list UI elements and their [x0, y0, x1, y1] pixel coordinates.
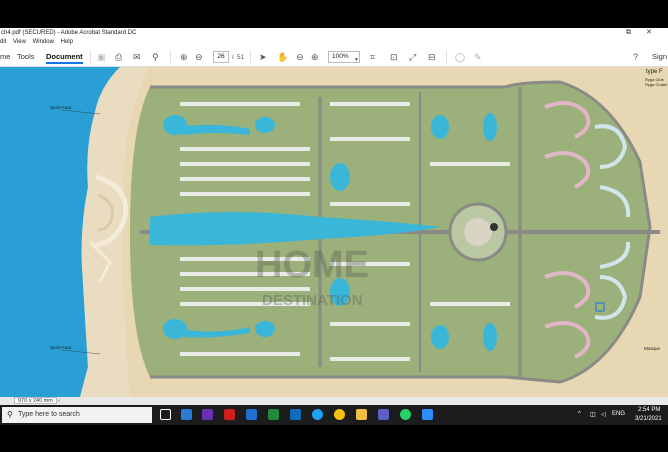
chrome-icon[interactable] [334, 409, 345, 420]
fit-page-icon[interactable]: ⊡ [390, 52, 398, 62]
save-icon[interactable]: ▣ [97, 52, 106, 62]
menu-view[interactable]: View [13, 39, 26, 45]
menu-bar: dit View Window Help [0, 38, 668, 47]
system-tray: ^ ◫ ◁ ENG 2:54 PM 3/21/2021 [568, 405, 668, 425]
taskbar-search[interactable]: ⚲ Type here to search [2, 407, 152, 423]
close-icon[interactable]: ✕ [646, 28, 652, 38]
select-cursor-icon[interactable]: ➤ [259, 52, 267, 62]
edge-icon[interactable] [312, 409, 323, 420]
page-total: 51 [237, 54, 245, 61]
language-indicator[interactable]: ENG [612, 411, 625, 417]
comment-icon[interactable]: ◯ [455, 52, 465, 62]
rotate-icon[interactable]: ⤢ [409, 52, 416, 62]
tab-home[interactable]: me [0, 52, 10, 61]
page-separator: / [232, 54, 234, 61]
search-icon[interactable]: ⚲ [152, 52, 159, 62]
menu-window[interactable]: Window [33, 39, 54, 45]
legend-item-2: Ryga Chalet [645, 82, 668, 87]
pool [255, 117, 275, 133]
toolbar-divider [90, 51, 91, 63]
whatsapp-icon[interactable] [400, 409, 411, 420]
pool [330, 163, 350, 191]
search-placeholder: Type here to search [18, 411, 80, 418]
form-icon[interactable]: ⊟ [428, 52, 436, 62]
teams-icon[interactable] [378, 409, 389, 420]
window-title: ch4.pdf (SECURED) - Adobe Acrobat Standa… [1, 30, 137, 36]
roundabout-marker [490, 223, 498, 231]
search-icon: ⚲ [7, 410, 13, 419]
toolbar-divider [250, 51, 251, 63]
network-icon[interactable]: ◫ [590, 411, 596, 418]
clock-time[interactable]: 2:54 PM [638, 407, 660, 413]
excel-icon[interactable] [268, 409, 279, 420]
taskbar-app-icon[interactable] [181, 409, 192, 420]
clock-date[interactable]: 3/21/2021 [635, 416, 662, 422]
mosque-label: Mosque [644, 346, 661, 351]
status-bar: 970 x 240 mm ‹ [0, 397, 668, 405]
outlook-icon[interactable] [290, 409, 301, 420]
pool [483, 113, 497, 141]
chevron-left-icon[interactable]: ‹ [58, 397, 60, 405]
sign-button[interactable]: Sign [652, 52, 667, 61]
onenote-icon[interactable] [202, 409, 213, 420]
tab-tools[interactable]: Tools [17, 52, 35, 61]
toolbar-divider [446, 51, 447, 63]
tab-document[interactable]: Document [46, 52, 83, 64]
menu-edit[interactable]: dit [0, 39, 6, 45]
hand-tool-icon[interactable]: ✋ [277, 52, 288, 62]
email-icon[interactable]: ✉ [133, 52, 141, 62]
pool [483, 323, 497, 351]
print-icon[interactable]: ⎙ [115, 52, 122, 62]
chevron-down-icon[interactable]: ▼ [354, 55, 359, 65]
task-view-icon[interactable] [160, 409, 171, 420]
page-number-input[interactable]: 26 [213, 51, 229, 63]
volume-icon[interactable]: ◁ [601, 411, 606, 418]
page-up-icon[interactable]: ⊕ [180, 52, 188, 62]
sport-area-label-bottom: Sport Area [50, 345, 72, 350]
page-dimensions: 970 x 240 mm [14, 397, 57, 404]
toolbar: me Tools Document ▣ ⎙ ✉ ⚲ ⊕ ⊖ 26 / 51 ➤ … [0, 47, 668, 67]
pool [431, 115, 449, 139]
roundabout-center [464, 218, 492, 246]
pen-icon[interactable]: ✎ [474, 52, 482, 62]
file-explorer-icon[interactable] [356, 409, 367, 420]
pool [431, 325, 449, 349]
watermark-home: HOME [255, 244, 369, 286]
zoom-in-icon[interactable]: ⊕ [311, 52, 319, 62]
sport-area-label-top: Sport Area [50, 105, 72, 110]
pool [255, 321, 275, 337]
document-view[interactable]: Sport Area Sport Area Mosque type F Ryga… [0, 67, 668, 397]
master-plan-map: Sport Area Sport Area Mosque type F Ryga… [0, 67, 668, 397]
title-bar: ch4.pdf (SECURED) - Adobe Acrobat Standa… [0, 28, 668, 38]
zoom-out-icon[interactable]: ⊖ [296, 52, 304, 62]
watermark-destination: DESTINATION [262, 292, 363, 309]
screen: ch4.pdf (SECURED) - Adobe Acrobat Standa… [0, 0, 668, 452]
zoom-icon[interactable] [422, 409, 433, 420]
menu-help[interactable]: Help [61, 39, 73, 45]
type-label: type F [646, 69, 663, 75]
word-icon[interactable] [246, 409, 257, 420]
toolbar-divider [170, 51, 171, 63]
chevron-up-icon[interactable]: ^ [578, 411, 581, 417]
page-down-icon[interactable]: ⊖ [195, 52, 203, 62]
taskbar: ⚲ Type here to search ^ ◫ ◁ ENG 2:54 PM … [0, 405, 668, 425]
crop-icon[interactable]: ⌗ [370, 52, 375, 62]
help-icon[interactable]: ? [633, 52, 638, 62]
restore-icon[interactable]: ⧉ [626, 28, 631, 38]
acrobat-icon[interactable] [224, 409, 235, 420]
